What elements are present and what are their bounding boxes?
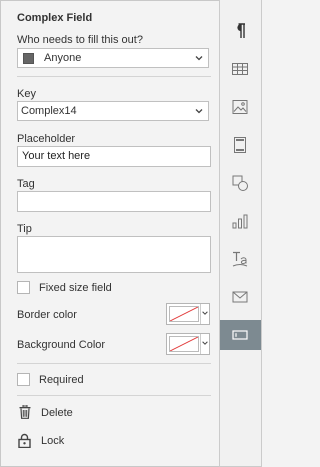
image-settings-tab[interactable] <box>220 92 261 122</box>
fixed-size-checkbox[interactable] <box>17 281 30 294</box>
delete-label: Delete <box>41 407 73 419</box>
tag-input[interactable] <box>17 191 211 212</box>
divider <box>17 363 211 364</box>
shape-icon <box>232 175 248 191</box>
lock-icon <box>18 433 31 448</box>
required-label: Required <box>39 374 84 386</box>
placeholder-input[interactable]: Your text here <box>17 146 211 167</box>
background-color-label: Background Color <box>17 339 106 351</box>
divider <box>17 76 211 77</box>
lock-label: Lock <box>41 435 65 447</box>
who-fills-value: Anyone <box>44 52 82 64</box>
lock-button[interactable]: Lock <box>17 433 117 451</box>
header-footer-icon <box>234 137 246 153</box>
border-color-label: Border color <box>17 309 77 321</box>
paragraph-icon <box>237 23 245 38</box>
fixed-size-label: Fixed size field <box>39 282 112 294</box>
properties-panel: Complex Field Who needs to fill this out… <box>0 0 220 467</box>
no-color-swatch <box>169 306 199 322</box>
background-color-picker[interactable] <box>166 333 210 355</box>
required-checkbox[interactable] <box>17 373 30 386</box>
key-select[interactable]: Complex14 <box>17 101 209 121</box>
key-label: Key <box>17 88 36 100</box>
divider <box>17 395 211 396</box>
mail-merge-settings-tab[interactable] <box>220 282 261 312</box>
chevron-down-icon <box>195 109 203 114</box>
form-field-settings-tab[interactable] <box>220 320 261 350</box>
table-settings-tab[interactable] <box>220 54 261 84</box>
tip-textarea[interactable] <box>17 236 211 273</box>
no-color-swatch <box>169 336 199 352</box>
who-fills-select[interactable]: Anyone <box>17 48 209 68</box>
right-toolbar <box>219 0 262 467</box>
key-value: Complex14 <box>21 105 77 117</box>
tip-label: Tip <box>17 223 32 235</box>
chart-settings-tab[interactable] <box>220 206 261 236</box>
chevron-down-icon <box>195 56 203 61</box>
text-art-settings-tab[interactable] <box>220 244 261 274</box>
delete-button[interactable]: Delete <box>17 405 117 423</box>
border-color-picker[interactable] <box>166 303 210 325</box>
role-color-swatch <box>23 53 34 64</box>
chevron-down-icon <box>202 341 208 345</box>
header-footer-settings-tab[interactable] <box>220 130 261 160</box>
tag-label: Tag <box>17 178 35 190</box>
paragraph-settings-tab[interactable] <box>220 16 261 46</box>
shape-settings-tab[interactable] <box>220 168 261 198</box>
placeholder-label: Placeholder <box>17 133 76 145</box>
mail-merge-icon <box>232 291 248 303</box>
form-field-icon <box>232 330 248 340</box>
chevron-down-icon <box>202 311 208 315</box>
panel-title: Complex Field <box>17 12 93 24</box>
chart-icon <box>232 214 248 229</box>
text-art-icon <box>232 251 248 267</box>
who-fills-label: Who needs to fill this out? <box>17 34 143 46</box>
trash-icon <box>19 405 31 419</box>
table-icon <box>232 63 248 75</box>
image-icon <box>232 100 248 114</box>
